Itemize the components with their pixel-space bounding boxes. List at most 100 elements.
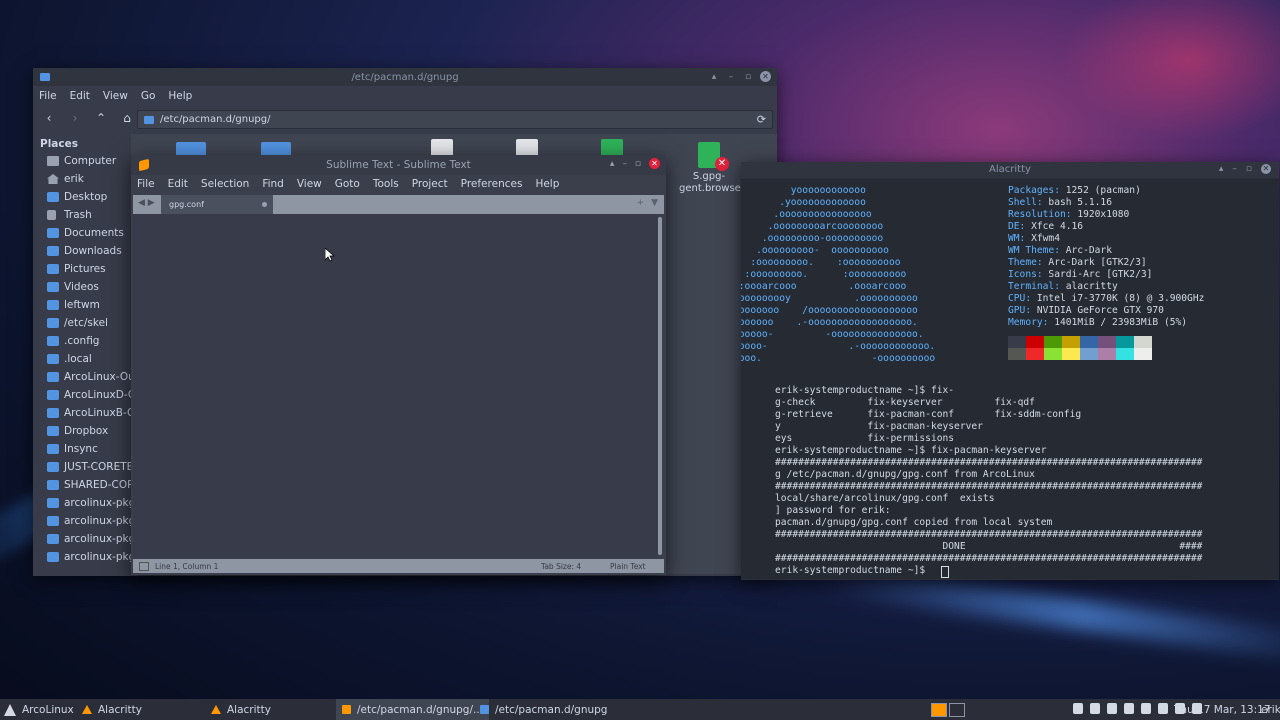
keyboard-icon[interactable] bbox=[1124, 703, 1134, 714]
editor-window[interactable]: Sublime Text - Sublime Text ▴ – ▫ ✕ File… bbox=[131, 155, 666, 575]
sidebar-item-label: Computer bbox=[64, 155, 117, 167]
sidebar-item[interactable]: arcolinux-pkgl bbox=[33, 530, 131, 548]
sidebar-item[interactable]: Pictures bbox=[33, 260, 131, 278]
location-path[interactable]: /etc/pacman.d/gnupg/ bbox=[160, 114, 270, 125]
sidebar-item[interactable]: arcolinux-pkgl bbox=[33, 548, 131, 566]
workspace-1[interactable] bbox=[931, 703, 947, 717]
forward-icon[interactable]: › bbox=[67, 110, 83, 126]
tab-list-icon[interactable]: ▼ bbox=[651, 198, 658, 208]
taskbar-item-alacritty[interactable]: Alacritty bbox=[76, 699, 148, 720]
sidebar-item[interactable]: Dropbox bbox=[33, 422, 131, 440]
sidebar-item[interactable]: Videos bbox=[33, 278, 131, 296]
terminal-window[interactable]: Alacritty ▴ – ▫ ✕ yoooooooooooo .yoooooo… bbox=[741, 162, 1279, 580]
sidebar-item[interactable]: /etc/skel bbox=[33, 314, 131, 332]
minimize-button[interactable]: – bbox=[726, 72, 736, 82]
network-icon[interactable] bbox=[1090, 703, 1100, 714]
editor-titlebar[interactable]: Sublime Text - Sublime Text ▴ – ▫ ✕ bbox=[131, 155, 666, 175]
sidebar-item[interactable]: ArcoLinux-Out bbox=[33, 368, 131, 386]
clipboard-icon[interactable] bbox=[1107, 703, 1117, 714]
terminal-line: erik-systemproductname ~]$ fix- bbox=[775, 385, 955, 396]
scrollbar[interactable] bbox=[658, 217, 662, 555]
menu-find[interactable]: Find bbox=[262, 178, 284, 190]
color-swatch bbox=[1080, 348, 1098, 360]
menu-selection[interactable]: Selection bbox=[201, 178, 249, 190]
menu-bar: File Edit View Go Help bbox=[33, 86, 777, 106]
menu-project[interactable]: Project bbox=[412, 178, 448, 190]
menu-tools[interactable]: Tools bbox=[373, 178, 399, 190]
clock[interactable]: Thu 17 Mar, 13:17 bbox=[1174, 699, 1271, 720]
sidebar-item[interactable]: Trash bbox=[33, 206, 131, 224]
close-button[interactable]: ✕ bbox=[649, 158, 660, 169]
menu-preferences[interactable]: Preferences bbox=[461, 178, 523, 190]
menu-edit[interactable]: Edit bbox=[70, 90, 90, 102]
sidebar-item[interactable]: arcolinux-pkgl bbox=[33, 512, 131, 530]
sidebar-item-label: Documents bbox=[64, 227, 124, 239]
home-icon[interactable]: ⌂ bbox=[119, 110, 135, 126]
tab-scroll-arrows-icon[interactable]: ◀ ▶ bbox=[138, 198, 155, 208]
sidebar-item[interactable]: Downloads bbox=[33, 242, 131, 260]
screenshot-icon[interactable] bbox=[1141, 703, 1151, 714]
file-manager-titlebar[interactable]: /etc/pacman.d/gnupg ▴ – ▫ ✕ bbox=[33, 68, 777, 86]
minimize-button[interactable]: – bbox=[622, 159, 627, 169]
taskbar-item-thunar[interactable]: /etc/pacman.d/gnupg bbox=[474, 699, 613, 720]
new-tab-icon[interactable]: + bbox=[637, 198, 645, 208]
sidebar-item[interactable]: JUST-CORETEA bbox=[33, 458, 131, 476]
taskbar-item-alacritty[interactable]: Alacritty bbox=[205, 699, 277, 720]
terminal-line: ########################################… bbox=[775, 529, 1203, 540]
color-swatch bbox=[1134, 348, 1152, 360]
info-value: bash 5.1.16 bbox=[1042, 197, 1112, 208]
maximize-button[interactable]: ▫ bbox=[635, 159, 641, 169]
unsaved-dot-icon[interactable] bbox=[262, 202, 267, 207]
tab-gpg-conf[interactable]: gpg.conf bbox=[161, 195, 273, 214]
reload-icon[interactable]: ⟳ bbox=[757, 113, 766, 126]
info-value: Sardi-Arc [GTK2/3] bbox=[1042, 269, 1153, 280]
sidebar-item[interactable]: arcolinux-pkgl bbox=[33, 494, 131, 512]
sidebar-item[interactable]: Insync bbox=[33, 440, 131, 458]
workspace-2[interactable] bbox=[949, 703, 965, 717]
app-menu-button[interactable]: ArcoLinux bbox=[4, 699, 74, 720]
sidebar-item[interactable]: ArcoLinuxB-Ou bbox=[33, 404, 131, 422]
menu-edit[interactable]: Edit bbox=[168, 178, 188, 190]
workspace-switcher[interactable] bbox=[931, 703, 965, 717]
location-bar[interactable]: /etc/pacman.d/gnupg/ ⟳ bbox=[137, 110, 773, 129]
sidebar-item[interactable]: Computer bbox=[33, 152, 131, 170]
parent-folder-icon[interactable]: ⌃ bbox=[93, 110, 109, 126]
shade-button[interactable]: ▴ bbox=[709, 72, 719, 82]
menu-file[interactable]: File bbox=[137, 178, 155, 190]
shade-button[interactable]: ▴ bbox=[1219, 164, 1224, 174]
close-button[interactable]: ✕ bbox=[1261, 164, 1271, 174]
menu-view[interactable]: View bbox=[297, 178, 322, 190]
sidebar-item[interactable]: Desktop bbox=[33, 188, 131, 206]
display-icon[interactable] bbox=[1158, 703, 1168, 714]
editor-text-area[interactable] bbox=[133, 214, 657, 558]
sidebar-item[interactable]: SHARED-CORE bbox=[33, 476, 131, 494]
minimize-button[interactable]: – bbox=[1232, 164, 1237, 174]
panel-toggle-icon[interactable] bbox=[139, 562, 149, 571]
taskbar-item-sublime[interactable]: /etc/pacman.d/gnupg/... bbox=[336, 699, 490, 720]
menu-help[interactable]: Help bbox=[168, 90, 192, 102]
file-item[interactable]: ✕ S.gpg- gent.browser bbox=[679, 142, 745, 195]
menu-file[interactable]: File bbox=[39, 90, 57, 102]
shade-button[interactable]: ▴ bbox=[610, 159, 615, 169]
terminal-output[interactable]: yoooooooooooo .yooooooooooooo .ooooooooo… bbox=[741, 179, 1279, 579]
menu-goto[interactable]: Goto bbox=[335, 178, 360, 190]
maximize-button[interactable]: ▫ bbox=[1246, 164, 1252, 174]
sidebar-item[interactable]: ArcoLinuxD-Ou bbox=[33, 386, 131, 404]
sidebar-item[interactable]: .local bbox=[33, 350, 131, 368]
back-icon[interactable]: ‹ bbox=[41, 110, 57, 126]
user-menu[interactable]: erik bbox=[1261, 699, 1280, 720]
info-value: NVIDIA GeForce GTX 970 bbox=[1031, 305, 1164, 316]
maximize-button[interactable]: ▫ bbox=[743, 72, 753, 82]
sidebar-item[interactable]: leftwm bbox=[33, 296, 131, 314]
sidebar-item[interactable]: Documents bbox=[33, 224, 131, 242]
settings-icon[interactable] bbox=[1073, 703, 1083, 714]
menu-view[interactable]: View bbox=[103, 90, 128, 102]
menu-help[interactable]: Help bbox=[535, 178, 559, 190]
terminal-titlebar[interactable]: Alacritty ▴ – ▫ ✕ bbox=[741, 162, 1279, 178]
tab-size[interactable]: Tab Size: 4 bbox=[541, 562, 581, 571]
syntax-selector[interactable]: Plain Text bbox=[610, 562, 646, 571]
close-button[interactable]: ✕ bbox=[760, 71, 771, 82]
sidebar-item[interactable]: .config bbox=[33, 332, 131, 350]
sidebar-item[interactable]: erik bbox=[33, 170, 131, 188]
menu-go[interactable]: Go bbox=[141, 90, 156, 102]
